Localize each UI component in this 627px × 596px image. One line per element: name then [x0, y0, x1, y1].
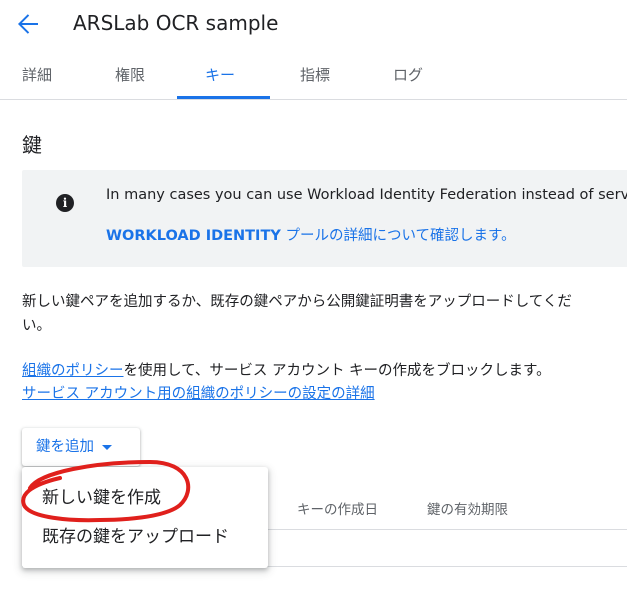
header: ARSLab OCR sample: [0, 0, 627, 50]
workload-identity-link[interactable]: WORKLOAD IDENTITY プールの詳細について確認します。: [106, 226, 516, 246]
policy-description: を使用して、サービス アカウント キーの作成をブロックします。: [123, 363, 551, 379]
description-line: 新しい鍵ペアを追加するか、既存の鍵ペアから公開鍵証明書をアップロードしてくだ: [22, 294, 572, 310]
info-text: In many cases you can use Workload Ident…: [106, 187, 627, 203]
policy-details-link[interactable]: サービス アカウント用の組織のポリシーの設定の詳細: [22, 386, 375, 402]
add-key-button[interactable]: 鍵を追加: [22, 428, 140, 466]
org-policy-link[interactable]: 組織のポリシー: [22, 363, 124, 379]
tab-details[interactable]: 詳細: [22, 50, 52, 100]
info-link-suffix: プールの詳細について確認します。: [280, 228, 516, 244]
info-banner: i In many cases you can use Workload Ide…: [22, 170, 627, 267]
tab-keys[interactable]: キー: [205, 50, 235, 100]
section-title: 鍵: [22, 133, 42, 157]
description-line: い。: [22, 318, 51, 334]
active-tab-indicator: [177, 96, 270, 99]
info-icon: i: [56, 194, 74, 212]
column-created-date[interactable]: キーの作成日: [297, 490, 378, 530]
policy-text: 組織のポリシーを使用して、サービス アカウント キーの作成をブロックします。 サ…: [22, 360, 551, 406]
arrow-back-icon: [18, 14, 38, 34]
add-key-menu: 新しい鍵を作成 既存の鍵をアップロード: [22, 467, 268, 568]
column-expiry-date[interactable]: 鍵の有効期限: [427, 490, 508, 530]
dropdown-caret-icon: [102, 444, 112, 450]
description: 新しい鍵ペアを追加するか、既存の鍵ペアから公開鍵証明書をアップロードしてくだ い…: [22, 290, 627, 338]
tab-permissions[interactable]: 権限: [115, 50, 145, 100]
page-title: ARSLab OCR sample: [73, 11, 279, 35]
tab-metrics[interactable]: 指標: [300, 50, 330, 100]
back-button[interactable]: [12, 8, 44, 40]
add-key-label: 鍵を追加: [36, 439, 94, 455]
menu-item-upload-existing-key[interactable]: 既存の鍵をアップロード: [22, 518, 268, 556]
tab-logs[interactable]: ログ: [393, 50, 423, 100]
menu-item-create-new-key[interactable]: 新しい鍵を作成: [22, 479, 268, 517]
info-link-prefix: WORKLOAD IDENTITY: [106, 228, 281, 244]
tab-bar: 詳細 権限 キー 指標 ログ: [0, 50, 627, 100]
